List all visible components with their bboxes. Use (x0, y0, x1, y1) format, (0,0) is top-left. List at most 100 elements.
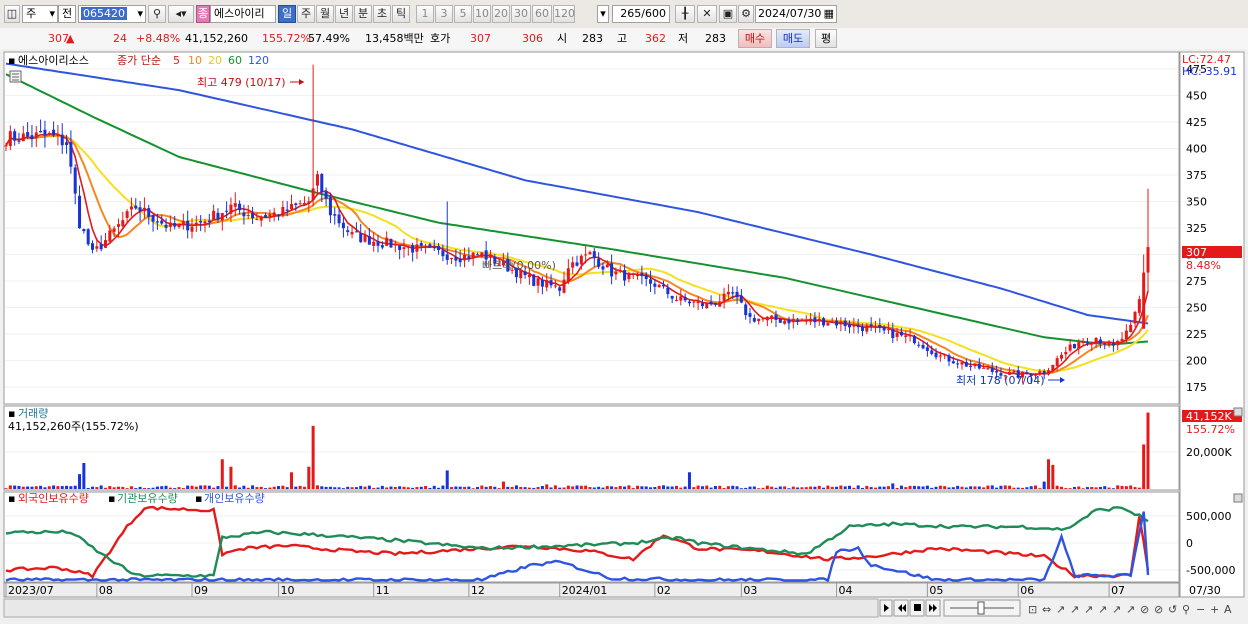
gear-icon[interactable]: ⚙ (738, 5, 754, 23)
candle-body (21, 133, 25, 142)
candle-body (670, 295, 674, 299)
volume-bar (679, 487, 683, 489)
candle-body (904, 335, 908, 337)
volume-bar (856, 485, 860, 489)
buy-button[interactable]: 매수 (738, 29, 772, 48)
volume-bar (826, 485, 830, 489)
volume-bar (977, 486, 981, 489)
volume-bar (289, 472, 294, 489)
draw-tool-icon[interactable]: + (1210, 603, 1219, 616)
draw-tool-icon[interactable]: A (1224, 603, 1232, 616)
volume-bar (999, 485, 1003, 489)
interval-button-7[interactable]: 120 (553, 5, 575, 23)
draw-tool-icon[interactable]: ↗ (1070, 603, 1079, 616)
candle-body (251, 212, 255, 219)
volume-bar (86, 487, 90, 489)
interval-button-0[interactable]: 1 (416, 5, 434, 23)
draw-tool-icon[interactable]: ↗ (1126, 603, 1135, 616)
candle-icon[interactable]: ╂ (675, 5, 695, 23)
interval-button-3[interactable]: 10 (473, 5, 491, 23)
candle-body (402, 247, 406, 250)
volume-bar (765, 485, 769, 489)
date-field[interactable]: 2024/07/30 ▦ (755, 5, 837, 23)
candle-body (1085, 342, 1089, 344)
volume-bar (56, 486, 60, 489)
crosshair-icon[interactable]: ✕ (697, 5, 717, 23)
period-button-2[interactable]: 월 (316, 5, 334, 23)
volume-bar (298, 485, 302, 489)
draw-tool-icon[interactable]: ↗ (1084, 603, 1093, 616)
volume-bar (415, 487, 419, 489)
draw-tool-icon[interactable]: ⊘ (1154, 603, 1163, 616)
candle-body (419, 242, 423, 246)
avg-button[interactable]: 평 (815, 29, 837, 48)
save-icon[interactable]: ▣ (719, 5, 737, 23)
candle-body (938, 355, 942, 357)
candle-body (990, 367, 994, 372)
draw-tool-icon[interactable]: ↗ (1098, 603, 1107, 616)
candle-body (1146, 247, 1150, 273)
search-icon[interactable]: ⚲ (148, 5, 166, 23)
volume-bar (649, 487, 653, 489)
period-button-4[interactable]: 분 (354, 5, 372, 23)
interval-button-1[interactable]: 3 (435, 5, 453, 23)
candle-body (1133, 311, 1137, 324)
legend-bullet-icon: ▪ (8, 54, 15, 67)
panel-close-icon[interactable] (1233, 407, 1243, 417)
period-button-5[interactable]: 초 (373, 5, 391, 23)
volume-bar (683, 486, 687, 489)
count-field[interactable]: 265/600 (612, 5, 670, 23)
code-input[interactable]: 065420 ▾ (78, 5, 146, 23)
speaker-icon[interactable]: ◂▾ (168, 5, 194, 23)
draw-tool-icon[interactable]: ↺ (1168, 603, 1177, 616)
prev-button[interactable]: 전 (58, 5, 76, 23)
candle-body (324, 191, 328, 199)
volume-bar (406, 487, 410, 489)
candle-body (540, 279, 544, 287)
volume-bar (95, 487, 99, 489)
volume-bar (43, 487, 47, 489)
candle-body (1142, 272, 1146, 329)
chevron-down-icon[interactable]: ▾ (597, 5, 609, 23)
draw-tool-icon[interactable]: ↗ (1112, 603, 1121, 616)
volume-bar (328, 486, 332, 489)
interval-button-6[interactable]: 60 (532, 5, 552, 23)
draw-tool-icon[interactable]: ↗ (1056, 603, 1065, 616)
volume-bar (1137, 487, 1141, 489)
volume-bar (160, 486, 164, 489)
period-button-6[interactable]: 틱 (392, 5, 410, 23)
period-button-3[interactable]: 년 (335, 5, 353, 23)
draw-tool-icon[interactable]: ⇔ (1042, 603, 1051, 616)
draw-tool-icon[interactable]: ⚲ (1182, 603, 1190, 616)
interval-button-5[interactable]: 30 (511, 5, 531, 23)
zoom-slider-thumb[interactable] (977, 601, 985, 615)
volume-bar (774, 487, 778, 489)
interval-button-4[interactable]: 20 (492, 5, 510, 23)
volume-bar (748, 486, 752, 489)
mid-annotation: 빠르락(0.00%) (482, 259, 556, 272)
sell-button[interactable]: 매도 (776, 29, 810, 48)
period-type-select[interactable]: 주 ▾ (22, 5, 58, 23)
volume-bar (1021, 487, 1025, 489)
candle-body (272, 212, 276, 217)
draw-tool-icon[interactable]: ⊘ (1140, 603, 1149, 616)
candle-body (908, 335, 912, 337)
interval-button-2[interactable]: 5 (454, 5, 472, 23)
legend-bullet-icon: ▪ (8, 407, 15, 420)
candle-body (536, 278, 540, 286)
period-button-0[interactable]: 일 (278, 5, 296, 23)
volume-bar (147, 488, 151, 489)
candle-body (480, 252, 484, 257)
candle-body (65, 142, 69, 146)
panel-close-icon[interactable] (1233, 493, 1243, 503)
volume-bar (601, 487, 605, 489)
price-y-tick: 400 (1186, 142, 1207, 155)
candle-body (181, 221, 185, 226)
layout-icon[interactable]: ◫ (4, 5, 20, 23)
draw-tool-icon[interactable]: ⊡ (1028, 603, 1037, 616)
draw-tool-icon[interactable]: − (1196, 603, 1205, 616)
period-button-1[interactable]: 주 (297, 5, 315, 23)
scroll-track[interactable] (3, 598, 879, 618)
candle-body (848, 324, 852, 328)
candle-body (60, 134, 64, 146)
